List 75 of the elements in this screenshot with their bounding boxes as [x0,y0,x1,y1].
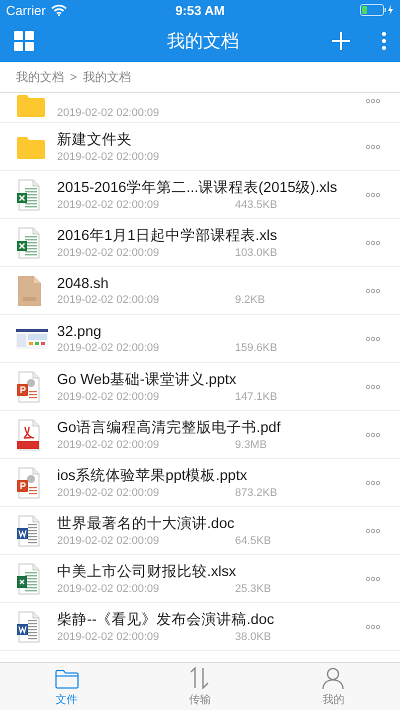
file-size: 443.5KB [235,199,278,211]
more-icon [366,384,380,388]
file-date: 2019-02-02 02:00:09 [57,247,160,259]
plus-icon [332,32,350,50]
file-date: 2019-02-02 02:00:09 [57,391,160,403]
folder-icon [16,93,46,119]
tab[interactable]: 文件 [32,663,102,710]
presentation-file-icon [16,466,42,498]
tab[interactable]: 传输 [164,663,235,710]
file-name: 2048.sh [57,276,110,292]
file-date: 2019-02-02 02:00:09 [57,439,160,451]
file-size: 64.5KB [235,535,272,547]
person-icon [322,667,344,689]
file-size: 38.0KB [235,631,272,643]
more-vertical-icon [382,32,386,50]
wifi-icon [50,4,67,16]
file-name: 中美上市公司财报比较.xlsx [57,562,237,581]
folder-icon [54,669,79,689]
more-icon [366,240,380,244]
more-icon [366,288,380,292]
more-icon [366,144,380,148]
file-name: 2016年1月1日起中学部课程表.xls [57,226,278,245]
battery-icon [360,4,394,16]
more-icon [366,99,380,103]
file-name: 2015-2016学年第二...课课程表(2015级).xls [57,179,338,197]
file-date: 2019-02-02 02:00:09 [57,631,160,643]
grid-button[interactable] [14,31,34,51]
presentation-file-icon [16,370,42,402]
file-date: 2019-02-02 02:00:09 [57,487,160,499]
more-icon [366,624,380,628]
file-date: 2019-02-02 02:00:09 [57,583,160,595]
file-name: Go Web基础-课堂讲义.pptx [57,370,238,389]
file-date: 2019-02-02 02:00:09 [57,535,160,547]
status-time: 9:53 AM [175,2,225,18]
grid-icon [14,31,34,51]
more-icon [366,336,380,340]
file-name: Go语言编程高清完整版电子书.pdf [57,418,282,437]
file-size: 9.2KB [235,294,265,306]
spreadsheet-file-icon [16,562,42,594]
breadcrumb-separator: > [70,70,78,84]
add-button[interactable] [332,32,350,50]
file-name: 32.png [57,324,102,340]
spreadsheet-file-icon [16,178,42,210]
file-name: 新建文件夹 [57,130,133,149]
file-size: 873.2KB [235,487,278,499]
script-file-icon [16,274,42,306]
file-date: 2019-02-02 02:00:09 [57,151,160,163]
more-icon [366,432,380,436]
more-icon [366,576,380,580]
page-title: 我的文档 [166,30,240,53]
breadcrumb-link[interactable]: 我的文档 [16,68,64,86]
more-button[interactable] [382,32,386,50]
file-date: 2019-02-02 02:00:09 [57,107,160,119]
file-name: 世界最著名的十大演讲.doc [57,514,236,533]
file-size: 9.3MB [235,439,267,451]
file-name: ios系统体验苹果ppt模板.pptx [57,467,248,485]
breadcrumb-link[interactable]: 我的文档 [83,68,132,86]
file-size: 159.6KB [235,342,278,354]
document-file-icon [16,610,42,642]
transfer-icon [188,667,211,689]
carrier-name: Carrier [6,2,46,18]
file-date: 2019-02-02 02:00:09 [57,294,160,306]
file-date: 2019-02-02 02:00:09 [57,199,160,211]
file-size: 103.0KB [235,247,278,259]
file-name: 柴静--《看见》发布会演讲稿.doc [57,610,276,629]
spreadsheet-file-icon [16,226,42,258]
file-date: 2019-02-02 02:00:09 [57,342,160,354]
more-icon [366,528,380,532]
document-file-icon [16,514,42,546]
file-size: 147.1KB [235,391,278,403]
more-icon [366,480,380,484]
file-size: 25.3KB [235,583,272,595]
tab[interactable]: 我的 [298,663,368,710]
pdf-file-icon [16,418,42,450]
more-icon [366,192,380,196]
